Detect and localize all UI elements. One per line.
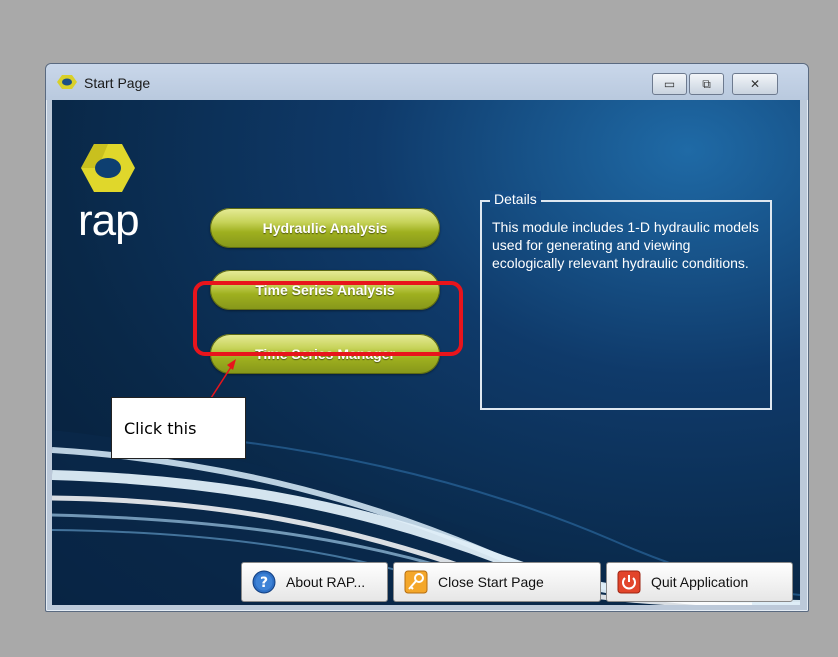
power-icon [617, 570, 641, 594]
rap-logo-icon [81, 144, 135, 192]
minimize-icon: ▭ [663, 77, 676, 91]
close-window-button[interactable]: ✕ [732, 73, 778, 95]
rap-app-icon [57, 75, 77, 89]
key-icon [404, 570, 428, 594]
about-rap-button[interactable]: ? About RAP... [241, 562, 388, 602]
close-start-page-button[interactable]: Close Start Page [393, 562, 601, 602]
maximize-button[interactable]: ⧉ [689, 73, 724, 95]
close-start-page-label: Close Start Page [438, 574, 544, 590]
details-description: This module includes 1-D hydraulic model… [492, 219, 759, 271]
window-title: Start Page [84, 75, 151, 91]
maximize-icon: ⧉ [702, 76, 711, 91]
help-icon: ? [252, 570, 276, 594]
title-bar[interactable]: Start Page ▭ ⧉ ✕ [46, 64, 808, 100]
details-legend: Details [490, 191, 541, 207]
hydraulic-analysis-button[interactable]: Hydraulic Analysis [210, 208, 440, 248]
callout-box: Click this [111, 397, 246, 459]
highlight-box [193, 281, 463, 356]
quit-application-button[interactable]: Quit Application [606, 562, 793, 602]
minimize-button[interactable]: ▭ [652, 73, 687, 95]
callout-text: Click this [124, 418, 197, 438]
about-rap-label: About RAP... [286, 574, 366, 590]
close-icon: ✕ [749, 77, 761, 91]
svg-text:?: ? [260, 575, 268, 591]
quit-application-label: Quit Application [651, 574, 749, 590]
logo-wordmark: rap [78, 196, 140, 245]
